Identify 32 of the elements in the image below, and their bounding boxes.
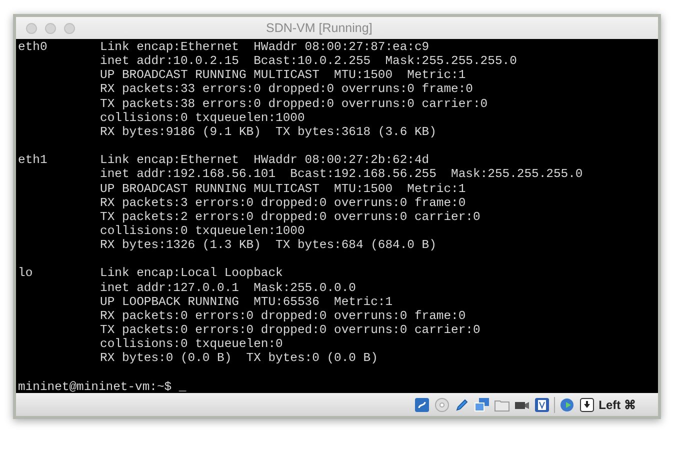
terminal-line: collisions:0 txqueuelen:0: [100, 337, 284, 352]
terminal-line: RX packets:33 errors:0 dropped:0 overruns:0 frame:0: [100, 82, 474, 97]
terminal-line: RX packets:3 errors:0 dropped:0 overruns:0 frame:0: [100, 196, 467, 210]
terminal-line: TX packets:2 errors:0 dropped:0 overruns:0 carrier:0: [100, 210, 482, 224]
terminal-line: inet addr:127.0.0.1 Mask:255.0.0.0: [100, 280, 357, 295]
terminal-line: UP LOOPBACK RUNNING MTU:65536 Metric:1: [100, 294, 394, 309]
interface-name: eth1: [18, 153, 48, 170]
cursor: _: [178, 380, 186, 393]
terminal-line: collisions:0 txqueuelen:1000: [100, 110, 306, 125]
network-icon[interactable]: [474, 396, 490, 412]
terminal-line: RX bytes:1326 (1.3 KB) TX bytes:684 (684.0 B): [100, 238, 438, 252]
terminal-line: collisions:0 txqueuelen:1000: [100, 224, 306, 238]
terminal-line: Link encap:Ethernet HWaddr 08:00:27:2b:62:4d: [100, 153, 430, 168]
terminal-line: UP BROADCAST RUNNING MULTICAST MTU:1500 Metric:1: [100, 182, 467, 196]
window-title: SDN-VM [Running]: [266, 20, 372, 37]
terminal-line: RX bytes:0 (0.0 B) TX bytes:0 (0.0 B): [100, 351, 379, 366]
terminal-line: TX packets:38 errors:0 dropped:0 overruns:0 carrier:0: [100, 96, 489, 111]
terminal-line: inet addr:10.0.2.15 Bcast:10.0.2.255 Mask:255.255.255.0: [100, 54, 517, 68]
shell-prompt: mininet@mininet-vm:~$: [18, 380, 172, 393]
terminal-line: UP BROADCAST RUNNING MULTICAST MTU:1500 Metric:1: [100, 68, 467, 82]
terminal-line: Link encap:Ethernet HWaddr 08:00:27:87:ea:c9: [100, 40, 430, 54]
terminal-line: RX packets:0 errors:0 dropped:0 overruns:0 frame:0: [100, 308, 467, 324]
terminal-line: inet addr:192.168.56.101 Bcast:192.168.56.255 Mask:255.255.255.0: [100, 167, 583, 182]
v-box-icon[interactable]: [534, 396, 550, 412]
terminal-line: Link encap:Local Loopback: [100, 266, 284, 281]
pencil-icon[interactable]: [454, 396, 470, 412]
host-key-label: Left ⌘: [598, 396, 636, 414]
terminal-line: RX bytes:9186 (9.1 KB) TX bytes:3618 (3.6 KB): [100, 124, 438, 140]
terminal-line: TX packets:0 errors:0 dropped:0 overruns:0 carrier:0: [100, 323, 480, 338]
interface-name: lo: [18, 266, 34, 282]
down-arrow-box-icon[interactable]: [578, 396, 595, 412]
interface-name: eth0: [18, 40, 48, 56]
